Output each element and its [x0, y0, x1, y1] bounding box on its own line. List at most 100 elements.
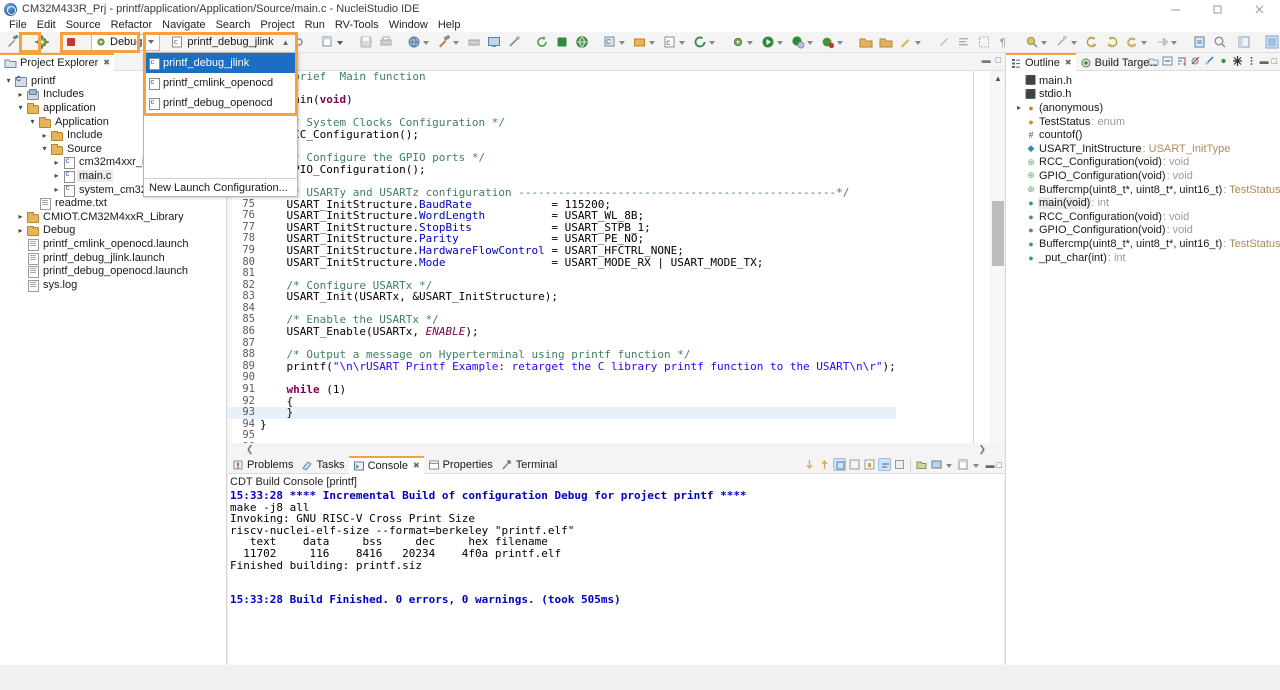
chevron-down-icon[interactable]: ▾: [39, 144, 50, 153]
outline-item--put-char-int-[interactable]: ● _put_char(int) : int: [1006, 251, 1280, 265]
outline-item-gpio-configuration-void-[interactable]: ● GPIO_Configuration(void) : void: [1006, 224, 1280, 238]
edit-config-gear-icon[interactable]: [293, 36, 305, 48]
scroll-down-arrow-icon[interactable]: [803, 458, 816, 471]
open-console-icon[interactable]: [915, 458, 928, 471]
outline-list[interactable]: ⬛ main.h ⬛ stdio.h ▸ ● (anonymous) ● TestStatus …: [1006, 71, 1280, 264]
forward-nav-button[interactable]: [1102, 33, 1122, 52]
launch-config-option-printf-cmlink-openocd[interactable]: printf_cmlink_openocd: [144, 73, 297, 93]
pin-console-icon[interactable]: [893, 458, 906, 471]
new-cproject-button[interactable]: C: [600, 33, 630, 52]
close-icon[interactable]: ✖: [103, 58, 110, 67]
block-select-button[interactable]: [974, 33, 994, 52]
maximize-view-icon[interactable]: □: [996, 55, 1001, 65]
outline-item-rcc-configuration-void-[interactable]: ⊕ RCC_Configuration(void) : void: [1006, 156, 1280, 170]
open-resource-button[interactable]: [876, 33, 896, 52]
outline-item--anonymous-[interactable]: ▸ ● (anonymous): [1006, 101, 1280, 115]
run-config-button[interactable]: [728, 33, 758, 52]
chevron-right-icon[interactable]: ▸: [39, 131, 50, 140]
code-line[interactable]: int main(void): [228, 94, 896, 106]
code-line[interactable]: 83 USART_Init(USARTx, &USART_InitStructu…: [228, 291, 896, 303]
tree-item-sys-log[interactable]: sys.log: [0, 278, 226, 292]
new-launch-configuration-item[interactable]: New Launch Configuration...: [144, 178, 297, 196]
run-button[interactable]: [758, 33, 788, 52]
close-icon[interactable]: [1238, 0, 1280, 18]
scroll-right-icon[interactable]: ❯: [978, 444, 986, 455]
build-button[interactable]: [3, 33, 23, 52]
code-line[interactable]: 95: [228, 430, 896, 442]
editor-vertical-scrollbar[interactable]: ▲ ▼: [990, 71, 1004, 455]
launch-mode-combo[interactable]: Debug: [91, 33, 161, 51]
code-line[interactable]: GPIO_Configuration();: [228, 164, 896, 176]
outline-item-buffercmp-uint8-t-uint8-t-uint16-t-[interactable]: ● Buffercmp(uint8_t*, uint8_t*, uint16_t)…: [1006, 237, 1280, 251]
toggle-comment-button[interactable]: [934, 33, 954, 52]
scroll-up-arrow-icon[interactable]: [818, 458, 831, 471]
launch-config-option-printf-debug-openocd[interactable]: printf_debug_openocd: [144, 93, 297, 113]
quick-fix-button[interactable]: [896, 33, 926, 52]
external-tools-button[interactable]: [818, 33, 848, 52]
menu-navigate[interactable]: Navigate: [157, 18, 210, 32]
menu-edit[interactable]: Edit: [32, 18, 61, 32]
menu-file[interactable]: File: [4, 18, 32, 32]
hide-fields-icon[interactable]: [1190, 55, 1201, 67]
code-line[interactable]: 91 while (1): [228, 383, 896, 396]
code-line[interactable]: 74 /* USARTy and USARTz configuration --…: [228, 186, 896, 199]
tab-project-explorer[interactable]: Project Explorer ✖: [0, 52, 114, 71]
debug-button[interactable]: [32, 33, 52, 52]
debug-config2-button[interactable]: [464, 33, 484, 52]
tab-outline[interactable]: Outline ✖: [1006, 52, 1076, 71]
outline-item-countof-[interactable]: # countof(): [1006, 128, 1280, 142]
scroll-up-icon[interactable]: ▲: [991, 71, 1004, 85]
refresh-button[interactable]: [532, 33, 552, 52]
outline-item-main-h[interactable]: ⬛ main.h: [1006, 74, 1280, 88]
code-line[interactable]: 76 USART_InitStructure.WordLength = USAR…: [228, 210, 896, 222]
tab-problems[interactable]: Problems: [228, 456, 297, 474]
stop-green-button[interactable]: [552, 33, 572, 52]
chevron-right-icon[interactable]: ▸: [15, 226, 26, 235]
format-button[interactable]: [954, 33, 974, 52]
open-type-button[interactable]: [856, 33, 876, 52]
word-wrap-icon[interactable]: [877, 458, 891, 471]
outline-item-rcc-configuration-void-[interactable]: ● RCC_Configuration(void) : void: [1006, 210, 1280, 224]
search-c-button[interactable]: [690, 33, 720, 52]
clear-console-icon[interactable]: [848, 458, 861, 471]
new-class-button[interactable]: c: [660, 33, 690, 52]
chevron-right-icon[interactable]: ▸: [51, 185, 62, 194]
sort-icon[interactable]: [1176, 55, 1187, 67]
search-toolbar-button[interactable]: [504, 33, 524, 52]
minimize-view-icon[interactable]: ▬: [982, 55, 991, 65]
maximize-view-icon[interactable]: □: [1272, 56, 1277, 66]
tree-item-readme-txt[interactable]: readme.txt: [0, 196, 226, 211]
tree-item-debug[interactable]: ▸ Debug: [0, 224, 226, 238]
hide-nonpublic-icon[interactable]: [1218, 55, 1229, 67]
collapse-all-icon[interactable]: [1162, 55, 1173, 67]
launch-config-dropdown[interactable]: printf_debug_jlink printf_cmlink_openocdp…: [143, 52, 298, 197]
chevron-down-icon[interactable]: [945, 463, 952, 468]
new-button[interactable]: [318, 33, 348, 52]
build-all-button[interactable]: [404, 33, 434, 52]
source-code[interactable]: * @brief Main function */int main(void){…: [228, 71, 896, 454]
maximize-icon[interactable]: [1196, 0, 1238, 18]
tree-item-printf-cmlink-openocd-launch[interactable]: printf_cmlink_openocd.launch: [0, 237, 226, 251]
open-perspective-right-button[interactable]: [1234, 33, 1254, 52]
menu-help[interactable]: Help: [433, 18, 466, 32]
code-line[interactable]: 80 USART_InitStructure.Mode = USART_MODE…: [228, 256, 896, 269]
save-button[interactable]: [356, 33, 376, 52]
open-perspective-button[interactable]: [484, 33, 504, 52]
code-line[interactable]: 89 printf("\n\rUSART Printf Example: ret…: [228, 360, 895, 373]
quick-access-button[interactable]: [1210, 33, 1230, 52]
launch-config-option-printf-debug-jlink[interactable]: printf_debug_jlink: [144, 53, 297, 73]
chevron-right-icon[interactable]: ▸: [51, 171, 62, 180]
new-folder-button[interactable]: [630, 33, 660, 52]
next-annotation-button[interactable]: [1022, 33, 1052, 52]
console-output[interactable]: 15:33:28 **** Incremental Build of confi…: [228, 488, 1004, 606]
menu-source[interactable]: Source: [61, 18, 106, 32]
lock-console-icon[interactable]: [863, 458, 876, 471]
back-nav-button[interactable]: [1082, 33, 1102, 52]
chevron-down-icon[interactable]: ▾: [15, 103, 26, 112]
code-line[interactable]: /* Configure the GPIO ports */: [228, 152, 896, 164]
scroll-left-icon[interactable]: ❮: [246, 444, 254, 455]
menu-project[interactable]: Project: [255, 18, 299, 32]
filters-icon[interactable]: [1232, 55, 1243, 67]
pin-editor-button[interactable]: [1190, 33, 1210, 52]
new-console-icon[interactable]: [957, 458, 970, 471]
